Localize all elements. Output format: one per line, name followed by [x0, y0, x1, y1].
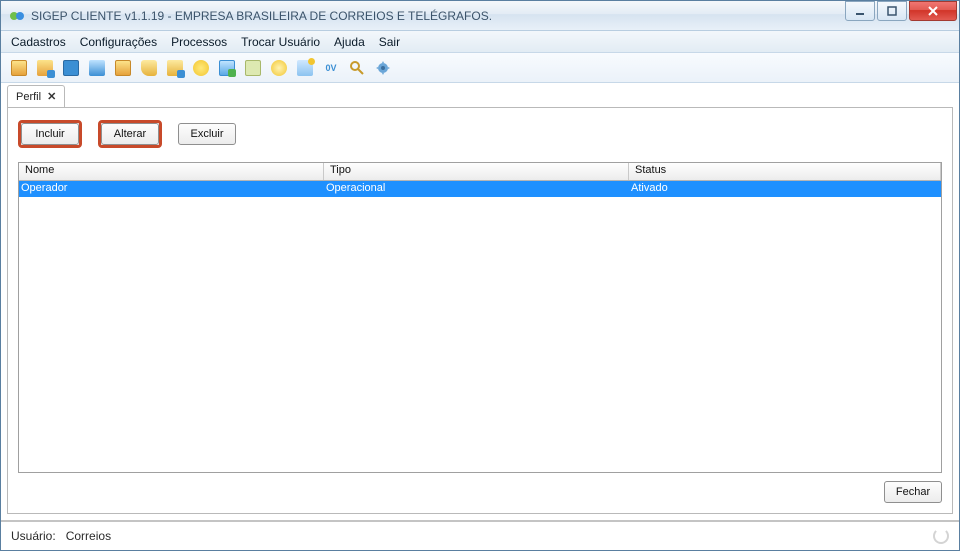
toolbar-btn-14[interactable] [345, 56, 369, 80]
menu-ajuda[interactable]: Ajuda [328, 33, 371, 51]
toolbar-btn-03[interactable] [59, 56, 83, 80]
table-body: Operador Operacional Ativado [19, 181, 941, 472]
busy-indicator-icon [933, 528, 949, 544]
statusbar: Usuário: Correios [1, 520, 959, 550]
highlight-incluir: Incluir [18, 120, 82, 148]
toolbar-icon-08 [193, 60, 209, 76]
tabbar: Perfil ✕ [1, 83, 959, 107]
toolbar-btn-15[interactable] [371, 56, 395, 80]
status-user-value: Correios [66, 529, 111, 543]
highlight-alterar: Alterar [98, 120, 162, 148]
toolbar-icon-10 [245, 60, 261, 76]
excluir-button[interactable]: Excluir [178, 123, 236, 145]
table-header: Nome Tipo Status [19, 163, 941, 181]
maximize-button[interactable] [877, 1, 907, 21]
menu-configuracoes[interactable]: Configurações [74, 33, 163, 51]
fechar-button[interactable]: Fechar [884, 481, 942, 503]
window-title: SIGEP CLIENTE v1.1.19 - EMPRESA BRASILEI… [31, 9, 845, 23]
toolbar-btn-02[interactable] [33, 56, 57, 80]
toolbar-icon-02 [37, 60, 53, 76]
toolbar-btn-11[interactable] [267, 56, 291, 80]
cell-status: Ativado [629, 181, 941, 197]
menu-cadastros[interactable]: Cadastros [5, 33, 72, 51]
toolbar-btn-12[interactable] [293, 56, 317, 80]
menubar: Cadastros Configurações Processos Trocar… [1, 31, 959, 53]
toolbar-icon-12 [297, 60, 313, 76]
incluir-button[interactable]: Incluir [21, 123, 79, 145]
toolbar-icon-13: 0V [323, 60, 339, 76]
toolbar-icon-09 [219, 60, 235, 76]
tab-perfil[interactable]: Perfil ✕ [7, 85, 65, 107]
menu-trocar-usuario[interactable]: Trocar Usuário [235, 33, 326, 51]
bottom-row: Fechar [18, 481, 942, 503]
cell-nome: Operador [19, 181, 324, 197]
alterar-button[interactable]: Alterar [101, 123, 159, 145]
toolbar-btn-08[interactable] [189, 56, 213, 80]
toolbar-icon-11 [271, 60, 287, 76]
toolbar-btn-09[interactable] [215, 56, 239, 80]
table-row[interactable]: Operador Operacional Ativado [19, 181, 941, 197]
toolbar-btn-06[interactable] [137, 56, 161, 80]
action-row: Incluir Alterar Excluir [18, 120, 942, 148]
toolbar-btn-01[interactable] [7, 56, 31, 80]
col-header-nome[interactable]: Nome [19, 163, 324, 180]
perfil-table: Nome Tipo Status Operador Operacional At… [18, 162, 942, 473]
tab-label: Perfil [16, 91, 41, 103]
close-button[interactable] [909, 1, 957, 21]
menu-sair[interactable]: Sair [373, 33, 406, 51]
toolbar-btn-05[interactable] [111, 56, 135, 80]
toolbar-icon-04 [89, 60, 105, 76]
window-controls [845, 1, 957, 21]
titlebar: SIGEP CLIENTE v1.1.19 - EMPRESA BRASILEI… [1, 1, 959, 31]
toolbar-icon-03 [63, 60, 79, 76]
col-header-status[interactable]: Status [629, 163, 941, 180]
toolbar-icon-07 [167, 60, 183, 76]
menu-processos[interactable]: Processos [165, 33, 233, 51]
toolbar-btn-13[interactable]: 0V [319, 56, 343, 80]
content-panel: Incluir Alterar Excluir Nome Tipo Status… [7, 107, 953, 514]
app-icon [9, 8, 25, 24]
status-user: Usuário: Correios [11, 529, 111, 543]
toolbar: 0V [1, 53, 959, 83]
toolbar-icon-15 [375, 60, 391, 76]
app-window: SIGEP CLIENTE v1.1.19 - EMPRESA BRASILEI… [0, 0, 960, 551]
status-user-label: Usuário: [11, 529, 56, 543]
toolbar-icon-01 [11, 60, 27, 76]
col-header-tipo[interactable]: Tipo [324, 163, 629, 180]
toolbar-btn-10[interactable] [241, 56, 265, 80]
toolbar-btn-04[interactable] [85, 56, 109, 80]
toolbar-icon-05 [115, 60, 131, 76]
cell-tipo: Operacional [324, 181, 629, 197]
toolbar-icon-06 [141, 60, 157, 76]
tab-close-icon[interactable]: ✕ [47, 90, 56, 103]
minimize-button[interactable] [845, 1, 875, 21]
toolbar-btn-07[interactable] [163, 56, 187, 80]
toolbar-icon-14 [349, 60, 365, 76]
